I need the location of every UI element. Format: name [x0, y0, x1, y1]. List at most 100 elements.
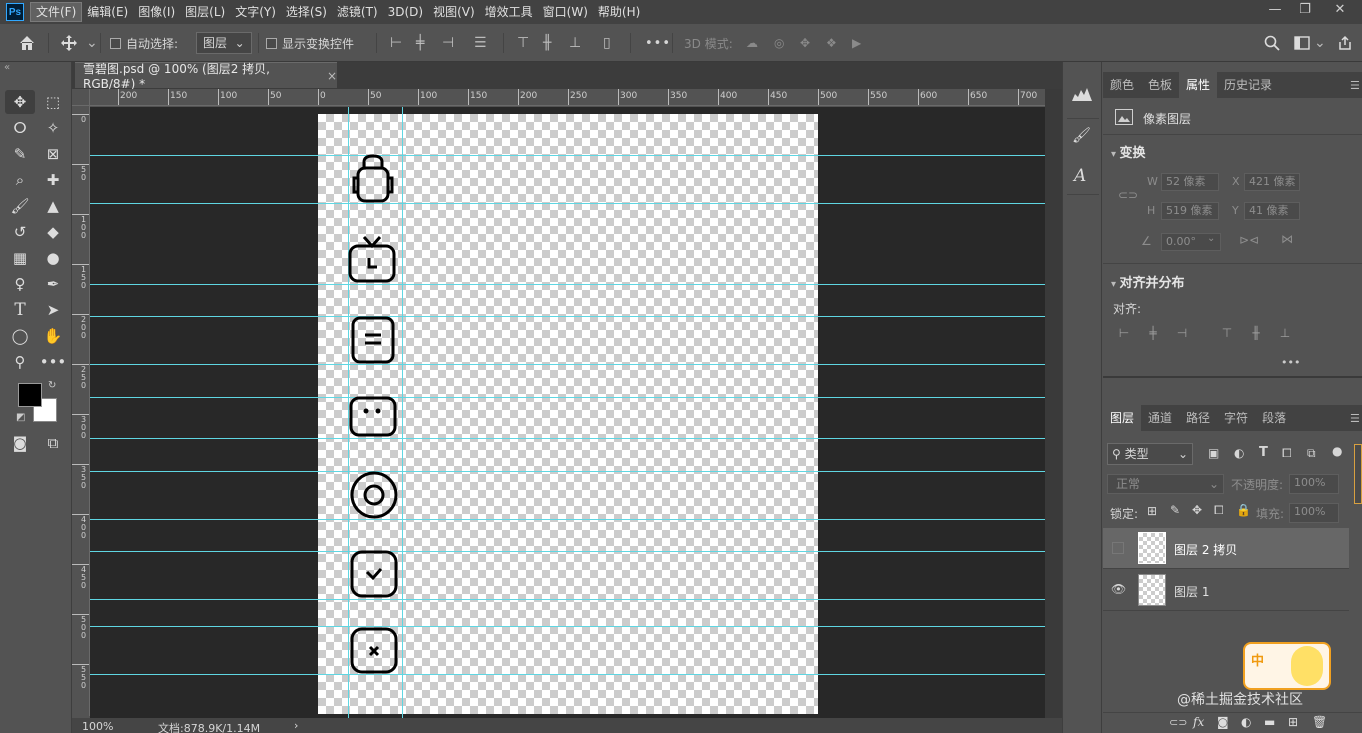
- align-right-icon[interactable]: ⊣: [442, 24, 454, 62]
- flip-vertical-icon[interactable]: ⋈: [1281, 232, 1293, 246]
- menu-file[interactable]: 文件(F): [30, 2, 83, 22]
- align-top-edges-icon[interactable]: ⊤: [1219, 326, 1235, 342]
- tab-swatches[interactable]: 色板: [1141, 72, 1179, 98]
- menu-filter[interactable]: 滤镜(T): [332, 2, 383, 22]
- filter-toggle-icon[interactable]: ●: [1332, 444, 1342, 458]
- fx-icon[interactable]: fx: [1193, 715, 1204, 729]
- layers-scrollbar[interactable]: [1354, 444, 1362, 504]
- tab-paragraph[interactable]: 段落: [1255, 405, 1293, 431]
- filter-shape-icon[interactable]: ⧠: [1282, 446, 1292, 461]
- workspace-chevron-icon[interactable]: ⌄: [1314, 24, 1326, 62]
- type-tool-icon[interactable]: T: [5, 298, 35, 322]
- workspace-icon[interactable]: [1294, 24, 1310, 62]
- align-vertical-centers-icon[interactable]: ╫: [1248, 326, 1264, 342]
- blur-tool-icon[interactable]: ●: [38, 246, 68, 270]
- default-colors-icon[interactable]: ◩: [16, 412, 25, 423]
- brush-settings-icon[interactable]: 🖌: [1072, 126, 1091, 144]
- zoom-tool-icon[interactable]: ⚲: [5, 350, 35, 374]
- home-icon[interactable]: [18, 24, 36, 62]
- menu-edit[interactable]: 编辑(E): [82, 2, 133, 22]
- ellipse-tool-icon[interactable]: ◯: [5, 324, 35, 348]
- menu-select[interactable]: 选择(S): [281, 2, 332, 22]
- tab-layers[interactable]: 图层: [1103, 405, 1142, 431]
- lock-image-icon[interactable]: ✎: [1170, 503, 1180, 517]
- stamp-tool-icon[interactable]: ▲: [38, 194, 68, 218]
- filter-pixel-icon[interactable]: ▣: [1208, 446, 1219, 460]
- ime-mascot-widget[interactable]: 中: [1243, 642, 1331, 690]
- vertical-ruler[interactable]: 0 50 100 150 200 250 300 350 400 450 500 550: [72, 106, 90, 716]
- more-tools-icon[interactable]: •••: [38, 350, 68, 374]
- blend-mode-dropdown[interactable]: 正常 ⌄: [1107, 474, 1224, 494]
- adjustment-layer-icon[interactable]: ◐: [1241, 715, 1251, 729]
- transform-section-title[interactable]: ▾ 变换: [1111, 142, 1146, 161]
- x-field[interactable]: 421 像素: [1244, 173, 1300, 191]
- show-transform-checkbox[interactable]: 显示变换控件: [266, 24, 354, 62]
- vertical-scrollbar[interactable]: [1045, 89, 1062, 718]
- align-section-title[interactable]: ▾ 对齐并分布: [1111, 272, 1185, 291]
- y-field[interactable]: 41 像素: [1244, 202, 1300, 220]
- filter-type-icon[interactable]: T: [1259, 445, 1268, 460]
- eraser-icon[interactable]: ◆: [38, 220, 68, 244]
- lock-transparent-icon[interactable]: ⊞: [1147, 504, 1157, 518]
- share-icon[interactable]: [1337, 24, 1353, 62]
- menu-plugins[interactable]: 增效工具: [480, 2, 538, 22]
- pen-tool-icon[interactable]: ✒: [38, 272, 68, 296]
- auto-select-checkbox[interactable]: 自动选择:: [110, 24, 178, 62]
- align-vcenter-icon[interactable]: ╫: [543, 24, 551, 62]
- distribute-v-icon[interactable]: ▯: [603, 24, 611, 62]
- layer-row-layer1[interactable]: 👁 图层 1: [1103, 570, 1349, 611]
- dodge-tool-icon[interactable]: ♀: [5, 272, 35, 296]
- align-bottom-edges-icon[interactable]: ⊥: [1277, 326, 1293, 342]
- link-layers-icon[interactable]: ⊂⊃: [1169, 716, 1187, 729]
- status-menu-arrow[interactable]: ›: [294, 719, 298, 732]
- path-selection-icon[interactable]: ➤: [38, 298, 68, 322]
- swap-colors-icon[interactable]: ↻: [48, 380, 56, 391]
- menu-layer[interactable]: 图层(L): [180, 2, 230, 22]
- restore-button[interactable]: ❐: [1290, 0, 1320, 22]
- lock-artboard-icon[interactable]: ⧠: [1214, 503, 1224, 518]
- marquee-tool-icon[interactable]: ⬚: [38, 90, 68, 114]
- align-right-edges-icon[interactable]: ⊣: [1174, 326, 1190, 342]
- zoom-level[interactable]: 100%: [82, 720, 113, 733]
- menu-help[interactable]: 帮助(H): [593, 2, 645, 22]
- search-icon[interactable]: [1264, 24, 1280, 62]
- histogram-icon[interactable]: [1071, 86, 1095, 106]
- auto-select-dropdown[interactable]: 图层 ⌄: [196, 32, 252, 54]
- magic-wand-icon[interactable]: ✧: [38, 116, 68, 140]
- align-bottom-icon[interactable]: ⊥: [569, 24, 581, 62]
- lasso-tool-icon[interactable]: ⵔ: [5, 116, 35, 140]
- menu-3d[interactable]: 3D(D): [383, 2, 428, 22]
- close-window-button[interactable]: ✕: [1325, 0, 1355, 22]
- layer-filter-dropdown[interactable]: ⚲ 类型 ⌄: [1107, 443, 1193, 465]
- fill-field[interactable]: 100%: [1289, 503, 1339, 523]
- flip-horizontal-icon[interactable]: ⊳⊲: [1239, 233, 1259, 247]
- delete-layer-icon[interactable]: 🗑: [1312, 715, 1327, 729]
- new-group-icon[interactable]: ▬: [1264, 715, 1275, 729]
- link-icon[interactable]: ⊂⊃: [1118, 188, 1138, 202]
- align-hcenter-icon[interactable]: ╪: [416, 24, 424, 62]
- canvas-workspace[interactable]: [90, 107, 1045, 718]
- menu-view[interactable]: 视图(V): [428, 2, 480, 22]
- layers-panel-menu-icon[interactable]: ☰: [1350, 412, 1360, 425]
- panel-menu-icon[interactable]: ☰: [1350, 79, 1360, 92]
- tab-history[interactable]: 历史记录: [1217, 72, 1279, 98]
- menu-image[interactable]: 图像(I): [133, 2, 180, 22]
- hand-tool-icon[interactable]: ✋: [38, 324, 68, 348]
- menu-type[interactable]: 文字(Y): [230, 2, 281, 22]
- tab-color[interactable]: 颜色: [1103, 72, 1141, 98]
- move-tool-icon[interactable]: [60, 24, 78, 62]
- width-field[interactable]: 52 像素: [1161, 173, 1219, 191]
- tab-properties[interactable]: 属性: [1179, 72, 1218, 98]
- align-left-edges-icon[interactable]: ⊢: [1116, 326, 1132, 342]
- more-options-button[interactable]: •••: [645, 24, 671, 62]
- minimize-button[interactable]: —: [1260, 0, 1290, 22]
- add-mask-icon[interactable]: ◙: [1217, 715, 1229, 729]
- glyphs-icon[interactable]: A: [1074, 166, 1086, 186]
- layer-row-layer2-copy[interactable]: 图层 2 拷贝: [1103, 528, 1349, 569]
- align-left-icon[interactable]: ⊢: [390, 24, 402, 62]
- tab-paths[interactable]: 路径: [1179, 405, 1217, 431]
- chevron-down-icon[interactable]: ⌄: [86, 24, 98, 62]
- filter-smart-object-icon[interactable]: ⧉: [1307, 446, 1316, 461]
- height-field[interactable]: 519 像素: [1161, 202, 1219, 220]
- tab-channels[interactable]: 通道: [1141, 405, 1179, 431]
